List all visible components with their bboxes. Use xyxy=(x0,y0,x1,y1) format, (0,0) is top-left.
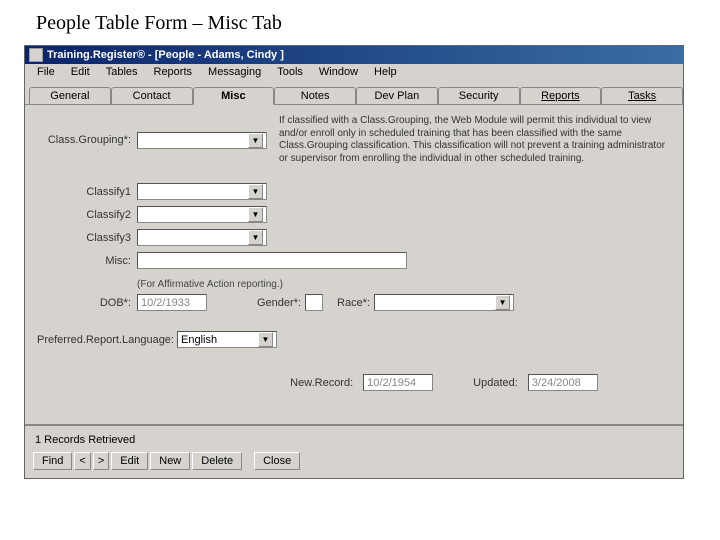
chevron-down-icon[interactable]: ▼ xyxy=(248,133,263,148)
app-window: Training.Register® - [People - Adams, Ci… xyxy=(24,45,684,479)
label-classgrouping: Class.Grouping*: xyxy=(37,134,137,146)
tab-security[interactable]: Security xyxy=(438,87,520,104)
new-button[interactable]: New xyxy=(150,452,190,470)
find-button[interactable]: Find xyxy=(33,452,72,470)
label-classify3: Classify3 xyxy=(37,232,137,244)
label-misc: Misc: xyxy=(37,255,137,267)
menu-messaging[interactable]: Messaging xyxy=(200,64,269,82)
menu-file[interactable]: File xyxy=(29,64,63,82)
button-bar: Find < > Edit New Delete Close xyxy=(33,452,675,470)
menu-tables[interactable]: Tables xyxy=(98,64,146,82)
tab-notes[interactable]: Notes xyxy=(274,87,356,104)
menu-tools[interactable]: Tools xyxy=(269,64,311,82)
updated-field xyxy=(528,374,598,391)
classgrouping-combo[interactable]: ▼ xyxy=(137,132,267,149)
race-combo[interactable]: ▼ xyxy=(374,294,514,311)
newrecord-field xyxy=(363,374,433,391)
misc-input[interactable] xyxy=(137,252,407,269)
preflang-value: English xyxy=(181,334,258,346)
chevron-down-icon[interactable]: ▼ xyxy=(248,230,263,245)
edit-button[interactable]: Edit xyxy=(111,452,148,470)
tab-contact[interactable]: Contact xyxy=(111,87,193,104)
tab-misc[interactable]: Misc xyxy=(193,87,275,105)
delete-button[interactable]: Delete xyxy=(192,452,242,470)
dob-field[interactable] xyxy=(137,294,207,311)
label-newrecord: New.Record: xyxy=(290,377,359,389)
tab-reports[interactable]: Reports xyxy=(520,87,602,104)
label-classify1: Classify1 xyxy=(37,186,137,198)
tab-tasks[interactable]: Tasks xyxy=(601,87,683,104)
chevron-down-icon[interactable]: ▼ xyxy=(495,295,510,310)
chevron-down-icon[interactable]: ▼ xyxy=(248,207,263,222)
titlebar-text: Training.Register® - [People - Adams, Ci… xyxy=(47,49,284,61)
preflang-combo[interactable]: English ▼ xyxy=(177,331,277,348)
label-classify2: Classify2 xyxy=(37,209,137,221)
chevron-down-icon[interactable]: ▼ xyxy=(248,184,263,199)
app-icon xyxy=(29,48,43,62)
chevron-down-icon[interactable]: ▼ xyxy=(258,332,273,347)
menubar: File Edit Tables Reports Messaging Tools… xyxy=(25,64,683,82)
close-button[interactable]: Close xyxy=(254,452,300,470)
bottom-panel: 1 Records Retrieved Find < > Edit New De… xyxy=(25,424,683,478)
next-button[interactable]: > xyxy=(93,452,109,470)
menu-reports[interactable]: Reports xyxy=(146,64,201,82)
label-preflang: Preferred.Report.Language: xyxy=(37,334,177,346)
menu-edit[interactable]: Edit xyxy=(63,64,98,82)
aa-caption: (For Affirmative Action reporting.) xyxy=(137,279,671,290)
label-updated: Updated: xyxy=(473,377,524,389)
label-race: Race*: xyxy=(337,297,374,309)
form-area: Class.Grouping*: ▼ If classified with a … xyxy=(25,104,683,424)
tab-general[interactable]: General xyxy=(29,87,111,104)
classgrouping-help: If classified with a Class.Grouping, the… xyxy=(279,115,671,165)
tab-devplan[interactable]: Dev Plan xyxy=(356,87,438,104)
prev-button[interactable]: < xyxy=(74,452,90,470)
status-text: 1 Records Retrieved xyxy=(35,434,673,446)
gender-field[interactable] xyxy=(305,294,323,311)
classify1-combo[interactable]: ▼ xyxy=(137,183,267,200)
label-gender: Gender*: xyxy=(257,297,305,309)
page-heading: People Table Form – Misc Tab xyxy=(36,12,702,35)
label-dob: DOB*: xyxy=(37,297,137,309)
classify3-combo[interactable]: ▼ xyxy=(137,229,267,246)
menu-help[interactable]: Help xyxy=(366,64,405,82)
tabbar: General Contact Misc Notes Dev Plan Secu… xyxy=(25,82,683,104)
menu-window[interactable]: Window xyxy=(311,64,366,82)
titlebar: Training.Register® - [People - Adams, Ci… xyxy=(25,46,683,64)
classify2-combo[interactable]: ▼ xyxy=(137,206,267,223)
